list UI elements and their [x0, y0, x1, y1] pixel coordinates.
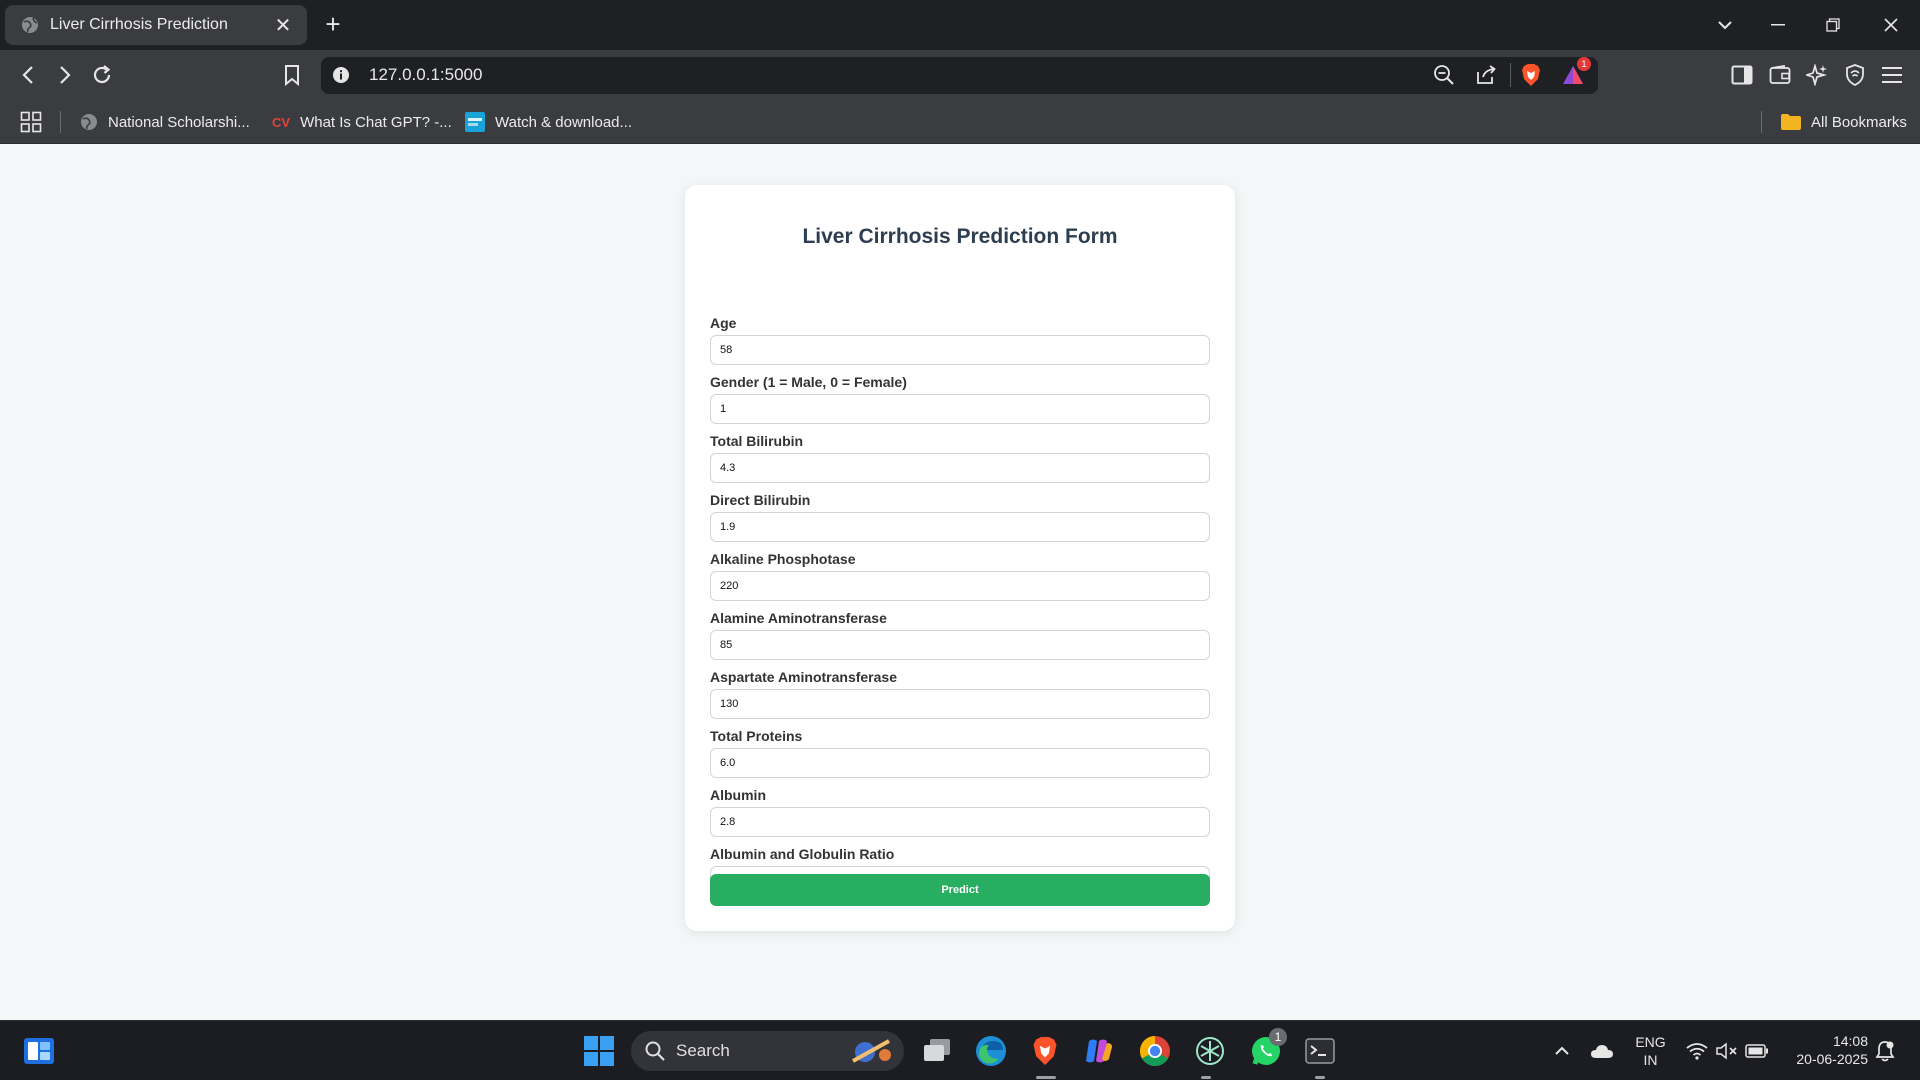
- bookmark-item[interactable]: National Scholarshi...: [80, 110, 250, 134]
- aspartate-aminotransferase-label: Aspartate Aminotransferase: [710, 669, 897, 685]
- bookmarks-bar: National Scholarshi... CV What Is Chat G…: [0, 100, 1920, 144]
- search-label: Search: [676, 1041, 730, 1060]
- bookmark-item[interactable]: Watch & download...: [465, 110, 632, 134]
- eros-now-icon: [465, 112, 485, 132]
- bookmark-label: National Scholarshi...: [108, 113, 250, 131]
- apps-grid-icon[interactable]: [20, 110, 42, 134]
- notifications-icon[interactable]: [1868, 1034, 1902, 1068]
- chatgpt-icon[interactable]: [1193, 1034, 1227, 1068]
- gender-label: Gender (1 = Male, 0 = Female): [710, 374, 907, 390]
- age-input[interactable]: [710, 335, 1210, 365]
- alkaline-phosphotase-label: Alkaline Phosphotase: [710, 551, 856, 567]
- bookmarks-divider: [1761, 111, 1762, 133]
- brave-taskbar-icon[interactable]: [1028, 1034, 1062, 1068]
- globe-icon: [21, 16, 39, 34]
- direct-bilirubin-label: Direct Bilirubin: [710, 492, 811, 508]
- copilot-icon[interactable]: [1082, 1034, 1116, 1068]
- task-view-icon[interactable]: [920, 1034, 954, 1068]
- running-app-indicator: [1315, 1076, 1325, 1079]
- total-bilirubin-label: Total Bilirubin: [710, 433, 804, 449]
- all-bookmarks-label: All Bookmarks: [1811, 113, 1907, 131]
- clock-date: 20-06-2025: [1796, 1051, 1868, 1067]
- site-info-icon[interactable]: [324, 59, 358, 91]
- bookmark-label: What Is Chat GPT? -...: [300, 113, 452, 131]
- form-title: Liver Cirrhosis Prediction Form: [802, 225, 1118, 248]
- clock[interactable]: 14:08 20-06-2025: [1778, 1032, 1868, 1068]
- bookmark-icon[interactable]: [275, 59, 309, 91]
- tab-bar: Liver Cirrhosis Prediction ✕ +: [0, 0, 1920, 50]
- battery-icon[interactable]: [1740, 1034, 1774, 1068]
- total-proteins-label: Total Proteins: [710, 728, 803, 744]
- direct-bilirubin-input[interactable]: [710, 512, 1210, 542]
- close-window-icon[interactable]: [1866, 0, 1916, 50]
- alamine-aminotransferase-label: Alamine Aminotransferase: [710, 610, 887, 626]
- edge-icon[interactable]: [974, 1034, 1008, 1068]
- vpn-icon[interactable]: [1838, 59, 1872, 91]
- albumin-input[interactable]: [710, 807, 1210, 837]
- chrome-icon[interactable]: [1138, 1034, 1172, 1068]
- total-bilirubin-input[interactable]: [710, 453, 1210, 483]
- brave-shields-icon[interactable]: [1514, 59, 1548, 91]
- sidebar-icon[interactable]: [1725, 59, 1759, 91]
- back-icon[interactable]: [11, 59, 45, 91]
- folder-icon: [1781, 114, 1801, 130]
- cv-icon: CV: [272, 114, 291, 130]
- menu-icon[interactable]: [1875, 59, 1909, 91]
- prediction-form-card: Liver Cirrhosis Prediction Form Age Gend…: [685, 185, 1235, 931]
- taskbar-search[interactable]: Search: [631, 1031, 904, 1071]
- bookmarks-divider: [60, 111, 61, 133]
- language-indicator[interactable]: ENG IN: [1628, 1033, 1673, 1069]
- predict-button[interactable]: Predict: [710, 874, 1210, 906]
- page-viewport: Liver Cirrhosis Prediction Form Age Gend…: [0, 145, 1920, 1020]
- bookmark-item[interactable]: CV What Is Chat GPT? -...: [272, 110, 452, 134]
- whatsapp-icon[interactable]: 1: [1249, 1028, 1287, 1068]
- gender-input[interactable]: [710, 394, 1210, 424]
- language-label: ENG: [1635, 1034, 1666, 1050]
- tab-active[interactable]: Liver Cirrhosis Prediction ✕: [5, 5, 307, 45]
- brave-rewards-icon[interactable]: 1: [1556, 57, 1591, 91]
- all-bookmarks-button[interactable]: All Bookmarks: [1781, 110, 1907, 134]
- taskbar: Search 1 ENG IN 14:08 20-06-2025: [0, 1020, 1920, 1080]
- wifi-icon[interactable]: [1680, 1034, 1714, 1068]
- region-label: IN: [1643, 1052, 1658, 1068]
- terminal-icon[interactable]: [1303, 1034, 1337, 1068]
- age-label: Age: [710, 315, 737, 331]
- globe-icon: [80, 113, 98, 131]
- toolbar-divider: [1510, 63, 1511, 87]
- onedrive-icon[interactable]: [1585, 1034, 1619, 1068]
- bookmark-label: Watch & download...: [495, 113, 633, 131]
- alamine-aminotransferase-input[interactable]: [710, 630, 1210, 660]
- tab-title: Liver Cirrhosis Prediction: [50, 16, 228, 33]
- tab-search-chevron-icon[interactable]: [1700, 0, 1750, 50]
- volume-muted-icon[interactable]: [1710, 1034, 1744, 1068]
- wallet-icon[interactable]: [1763, 59, 1797, 91]
- forward-icon[interactable]: [48, 59, 82, 91]
- close-tab-icon[interactable]: ✕: [273, 15, 293, 37]
- new-tab-button[interactable]: +: [320, 11, 346, 38]
- rewards-badge: 1: [1577, 57, 1591, 71]
- start-icon[interactable]: [582, 1034, 616, 1068]
- running-app-indicator: [1201, 1076, 1211, 1079]
- restore-icon[interactable]: [1808, 0, 1858, 50]
- widgets-icon[interactable]: [22, 1034, 56, 1068]
- total-proteins-input[interactable]: [710, 748, 1210, 778]
- aspartate-aminotransferase-input[interactable]: [710, 689, 1210, 719]
- minimize-icon[interactable]: [1753, 0, 1803, 50]
- address-bar[interactable]: [321, 57, 1598, 94]
- leo-ai-icon[interactable]: [1800, 59, 1834, 91]
- search-icon: [645, 1041, 665, 1066]
- reload-icon[interactable]: [85, 59, 119, 91]
- show-hidden-icons-chevron[interactable]: [1545, 1034, 1579, 1068]
- search-highlight-icon: [845, 1037, 897, 1070]
- whatsapp-badge: 1: [1269, 1028, 1287, 1046]
- alkaline-phosphotase-input[interactable]: [710, 571, 1210, 601]
- clock-time: 14:08: [1832, 1033, 1868, 1049]
- ag-ratio-label: Albumin and Globulin Ratio: [710, 846, 895, 862]
- albumin-label: Albumin: [710, 787, 766, 803]
- share-icon[interactable]: [1469, 59, 1503, 91]
- url-text[interactable]: 127.0.0.1:5000: [369, 64, 482, 86]
- zoom-icon[interactable]: [1427, 59, 1461, 91]
- active-app-indicator: [1036, 1076, 1056, 1079]
